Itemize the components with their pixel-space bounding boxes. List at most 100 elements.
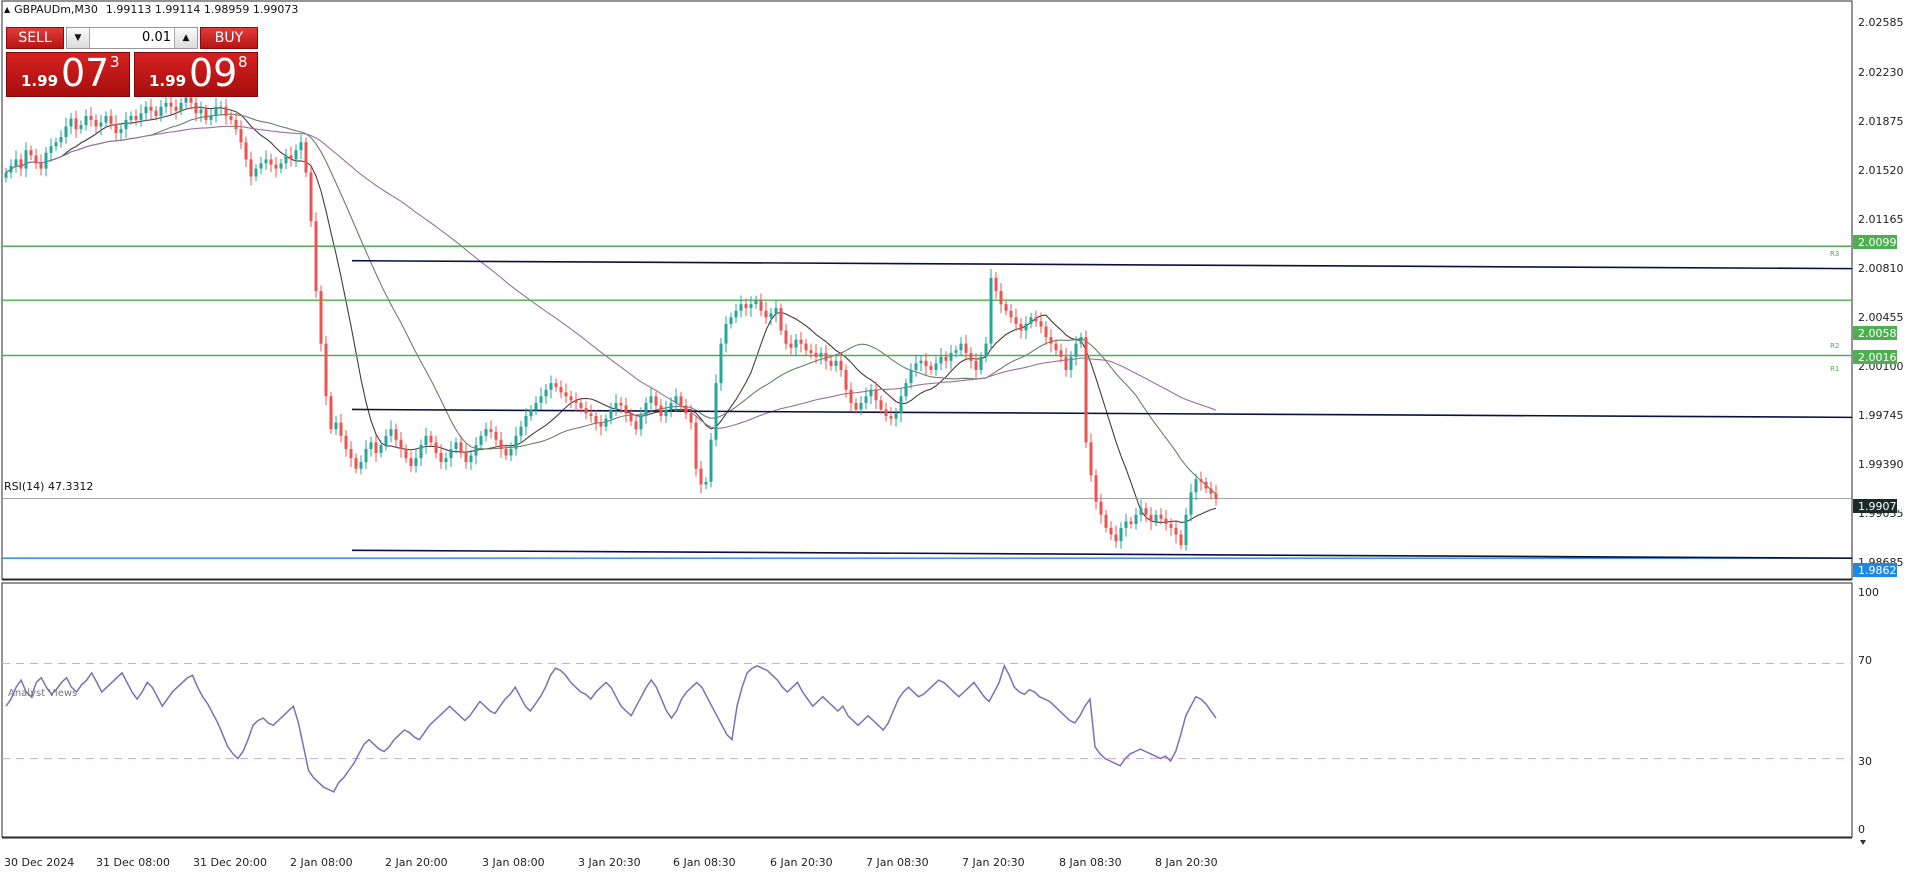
trading-chart[interactable]: 2.02585 2.02230 2.01875 2.01520 2.01165 … (0, 0, 1916, 874)
candle-body (199, 109, 203, 114)
symbol-label: GBPAUDm,M30 (14, 3, 98, 16)
candle-body (854, 402, 858, 410)
candle-body (1084, 337, 1088, 443)
candle-body (889, 416, 893, 419)
sell-price-box[interactable]: 1.99 07 3 (6, 51, 130, 97)
candle-body (859, 402, 863, 410)
candle-body (949, 352, 953, 361)
time-tick: 7 Jan 20:30 (962, 856, 1025, 869)
price-pane[interactable] (1, 0, 1853, 580)
candle-body (539, 396, 543, 403)
buy-price-prefix: 1.99 (149, 72, 187, 90)
buy-button[interactable]: BUY (200, 27, 258, 49)
lot-size-field[interactable]: ▼ 0.01 ▲ (66, 27, 198, 49)
candle-body (269, 159, 273, 165)
price-tick: 2.00455 (1858, 311, 1904, 324)
candle-body (839, 360, 843, 370)
triangle-up-icon[interactable]: ▲ (4, 5, 10, 14)
candle-body (109, 115, 113, 124)
candle-body (349, 448, 353, 459)
candle-body (584, 408, 588, 414)
candle-body (44, 152, 48, 169)
candle-body (369, 442, 373, 449)
candle-body (69, 118, 73, 127)
candle-body (144, 106, 148, 114)
candle-body (389, 429, 393, 436)
candle-body (874, 389, 878, 401)
level-badge-r2-text: 2.00580 (1858, 327, 1904, 340)
candle-body (614, 402, 618, 410)
candle-body (929, 366, 933, 370)
candle-body (124, 119, 128, 130)
candle-body (304, 142, 308, 173)
rsi-pane[interactable] (1, 582, 1853, 838)
candle-body (244, 142, 248, 160)
candle-body (819, 352, 823, 357)
candle-body (1124, 521, 1128, 528)
time-tick: 8 Jan 20:30 (1155, 856, 1218, 869)
candle-body (364, 448, 368, 463)
candle-body (609, 409, 613, 419)
candle-body (1089, 442, 1093, 476)
time-tick: 7 Jan 08:30 (866, 856, 929, 869)
candle-body (354, 458, 358, 469)
candle-body (884, 409, 888, 417)
time-tick: 6 Jan 08:30 (673, 856, 736, 869)
candle-body (169, 102, 173, 107)
candle-body (264, 159, 268, 164)
candle-body (914, 363, 918, 370)
candle-body (899, 396, 903, 414)
candle-body (589, 413, 593, 417)
lot-increase-button[interactable]: ▲ (174, 28, 197, 48)
lot-size-value[interactable]: 0.01 (91, 30, 173, 45)
time-axis[interactable]: 30 Dec 2024 31 Dec 08:00 31 Dec 20:00 2 … (4, 856, 1218, 869)
sell-button[interactable]: SELL (6, 27, 64, 49)
scroll-down-icon[interactable] (1860, 840, 1866, 845)
candle-body (49, 146, 53, 153)
level-badge-r1-text: 2.00160 (1858, 351, 1904, 364)
symbol-header: ▲ GBPAUDm,M30 1.99113 1.99114 1.98959 1.… (4, 3, 298, 16)
candle-body (239, 129, 243, 143)
candle-body (259, 163, 263, 169)
candle-body (474, 445, 478, 456)
candle-body (834, 360, 838, 367)
candle-body (624, 405, 628, 414)
candle-body (709, 439, 713, 482)
candle-body (1164, 518, 1168, 524)
candle-body (504, 448, 508, 456)
candle-body (494, 431, 498, 440)
candle-body (619, 402, 623, 406)
price-tick: 2.01875 (1858, 115, 1904, 128)
candle-body (719, 343, 723, 384)
candle-body (464, 452, 468, 463)
rsi-tick: 70 (1858, 654, 1872, 667)
candle-body (1074, 343, 1078, 357)
candle-body (74, 118, 78, 130)
candle-body (989, 277, 993, 344)
candle-body (674, 396, 678, 403)
lot-decrease-button[interactable]: ▼ (67, 28, 90, 48)
candle-body (1034, 317, 1038, 322)
candle-body (344, 435, 348, 449)
candle-body (429, 435, 433, 443)
buy-price-box[interactable]: 1.99 09 8 (134, 51, 258, 97)
ohlc-values: 1.99113 1.99114 1.98959 1.99073 (105, 3, 299, 16)
candle-body (439, 452, 443, 463)
candle-body (34, 155, 38, 164)
candle-body (154, 110, 158, 116)
candle-body (654, 396, 658, 406)
candle-body (189, 97, 193, 103)
analyst-views-label[interactable]: Analyst Views (8, 688, 77, 699)
one-click-trading-panel: SELL ▼ 0.01 ▲ BUY 1.99 07 3 1.99 09 8 (6, 27, 258, 97)
candle-body (164, 102, 168, 107)
candle-body (1199, 479, 1203, 482)
candle-body (484, 429, 488, 436)
candle-body (704, 481, 708, 485)
level-badge-r3-text: 2.00990 (1858, 236, 1904, 249)
candle-body (294, 150, 298, 160)
candle-body (1094, 475, 1098, 502)
candle-body (114, 123, 118, 134)
candle-body (669, 402, 673, 410)
candle-body (499, 439, 503, 449)
candle-body (784, 330, 788, 344)
